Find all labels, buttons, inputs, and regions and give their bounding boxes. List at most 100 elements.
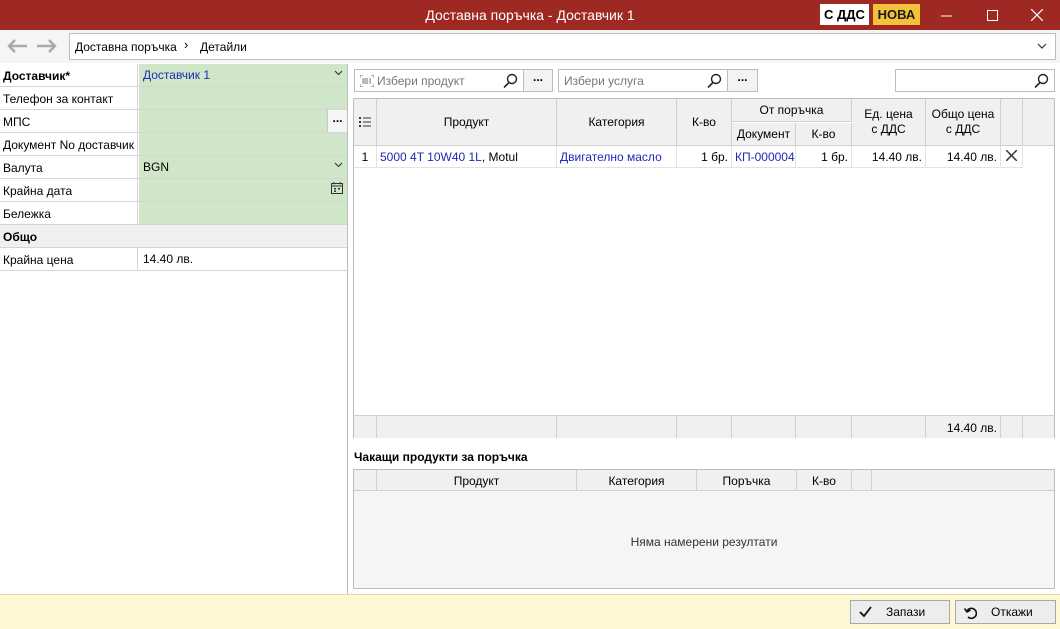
- pending-products-title: Чакащи продукти за поръчка: [354, 450, 528, 464]
- search-icon[interactable]: [503, 73, 518, 91]
- footer-cell: [1001, 415, 1023, 438]
- save-button[interactable]: Запази: [850, 600, 950, 624]
- final-price-label: Крайна цена: [0, 248, 138, 270]
- footer-cell: [354, 415, 377, 438]
- vat-badge[interactable]: С ДДС: [820, 4, 869, 25]
- header-blank: [852, 470, 872, 491]
- deadline-field[interactable]: [139, 179, 347, 201]
- phone-row: Телефон за контакт: [0, 87, 347, 110]
- header-total-price[interactable]: Общо цена с ДДС: [926, 99, 1001, 146]
- close-icon: [1031, 9, 1043, 21]
- note-row: Бележка: [0, 202, 347, 225]
- navigation-bar: Доставна поръчка › Детайли: [0, 30, 1060, 63]
- pending-header-category[interactable]: Категория: [577, 470, 697, 491]
- chevron-down-icon[interactable]: [334, 159, 343, 174]
- product-search-input[interactable]: Избери продукт: [354, 69, 524, 92]
- undo-icon: [964, 606, 977, 619]
- currency-row: Валута BGN: [0, 156, 347, 179]
- close-icon: [1005, 149, 1018, 162]
- header-product[interactable]: Продукт: [377, 99, 557, 146]
- footer-cell: [557, 415, 677, 438]
- final-price-row: Крайна цена 14.40 лв.: [0, 248, 347, 271]
- header-from-order: От поръчка: [732, 99, 852, 122]
- arrow-right-icon: [37, 39, 57, 53]
- supplier-doc-field[interactable]: [139, 133, 347, 155]
- barcode-icon: [359, 74, 375, 90]
- minimize-icon: [940, 15, 952, 16]
- back-button[interactable]: [5, 35, 29, 57]
- delete-row-button[interactable]: [1001, 146, 1023, 168]
- vehicle-field[interactable]: ...: [139, 110, 347, 132]
- product-link[interactable]: 5000 4T 10W40 1L: [380, 150, 482, 164]
- cancel-button[interactable]: Откажи: [955, 600, 1056, 624]
- column-chooser-button[interactable]: [354, 99, 377, 146]
- header-category[interactable]: Категория: [557, 99, 677, 146]
- save-button-label: Запази: [886, 605, 926, 619]
- pending-header-product[interactable]: Продукт: [377, 470, 577, 491]
- note-field[interactable]: [139, 202, 347, 224]
- chevron-down-icon[interactable]: [1037, 39, 1047, 56]
- header-total-price-line2: с ДДС: [945, 122, 981, 136]
- breadcrumb-current: Детайли: [200, 40, 247, 54]
- supplier-value[interactable]: Доставчик 1: [143, 68, 210, 82]
- chevron-down-icon[interactable]: [334, 67, 343, 82]
- cancel-button-label: Откажи: [991, 605, 1033, 619]
- service-more-button[interactable]: ...: [727, 69, 758, 92]
- pending-products-grid: Продукт Категория Поръчка К-во Няма наме…: [353, 469, 1055, 589]
- title-bar: Доставна поръчка - Доставчик 1 С ДДС НОВ…: [0, 0, 1060, 30]
- footer-cell: [677, 415, 732, 438]
- row-total-price: 14.40 лв.: [926, 146, 1001, 168]
- empty-state-text: Няма намерени резултати: [630, 535, 778, 549]
- phone-field[interactable]: [139, 87, 347, 109]
- header-unit-price-line2: с ДДС: [871, 122, 906, 136]
- row-order-qty: 1 бр.: [796, 146, 852, 168]
- search-icon[interactable]: [707, 73, 722, 91]
- row-unit-price[interactable]: 14.40 лв.: [852, 146, 926, 168]
- currency-value: BGN: [143, 160, 170, 174]
- pending-header-qty[interactable]: К-во: [797, 470, 852, 491]
- header-blank: [354, 470, 377, 491]
- footer-cell: [796, 415, 852, 438]
- deadline-label: Крайна дата: [0, 179, 138, 201]
- maximize-button[interactable]: [969, 0, 1015, 30]
- search-icon[interactable]: [1034, 73, 1049, 91]
- header-total-price-line1: Общо цена: [931, 107, 995, 121]
- footer-cell: [377, 415, 557, 438]
- header-filler: [1023, 99, 1054, 146]
- vehicle-row: МПС ...: [0, 110, 347, 133]
- total-section-header: Общо: [0, 225, 347, 248]
- note-label: Бележка: [0, 202, 138, 224]
- header-qty[interactable]: К-во: [677, 99, 732, 146]
- pending-header-order[interactable]: Поръчка: [697, 470, 797, 491]
- service-search-input[interactable]: Избери услуга: [558, 69, 728, 92]
- header-filler: [872, 470, 1054, 491]
- category-link[interactable]: Двигателно масло: [557, 146, 677, 168]
- header-unit-price-line1: Ед. цена: [864, 107, 913, 121]
- product-more-button[interactable]: ...: [523, 69, 553, 92]
- header-actions: [1001, 99, 1023, 146]
- header-document[interactable]: Документ: [732, 123, 796, 146]
- minimize-button[interactable]: [923, 0, 969, 30]
- header-unit-price[interactable]: Ед. цена с ДДС: [852, 99, 926, 146]
- supplier-select[interactable]: Доставчик 1: [139, 64, 347, 86]
- close-button[interactable]: [1014, 0, 1060, 30]
- row-qty[interactable]: 1 бр.: [677, 146, 732, 168]
- header-order-qty[interactable]: К-во: [796, 123, 852, 146]
- row-number: 1: [354, 146, 377, 168]
- breadcrumb[interactable]: Доставна поръчка › Детайли: [69, 33, 1056, 60]
- details-form: Доставчик* Доставчик 1 Телефон за контак…: [0, 64, 348, 594]
- checkmark-icon: [859, 606, 872, 618]
- vehicle-label: МПС: [0, 110, 138, 132]
- calendar-icon[interactable]: [331, 182, 343, 197]
- forward-button[interactable]: [35, 35, 59, 57]
- footer-cell: [852, 415, 926, 438]
- currency-label: Валута: [0, 156, 138, 178]
- vehicle-browse-button[interactable]: ...: [327, 110, 347, 132]
- grid-search-input[interactable]: [895, 69, 1055, 92]
- status-badge: НОВА: [873, 4, 920, 25]
- breadcrumb-root[interactable]: Доставна поръчка: [75, 40, 177, 54]
- document-link[interactable]: КП-000004: [732, 146, 796, 168]
- row-product: 5000 4T 10W40 1L, Motul: [377, 146, 557, 168]
- arrow-left-icon: [7, 39, 27, 53]
- currency-select[interactable]: BGN: [139, 156, 347, 178]
